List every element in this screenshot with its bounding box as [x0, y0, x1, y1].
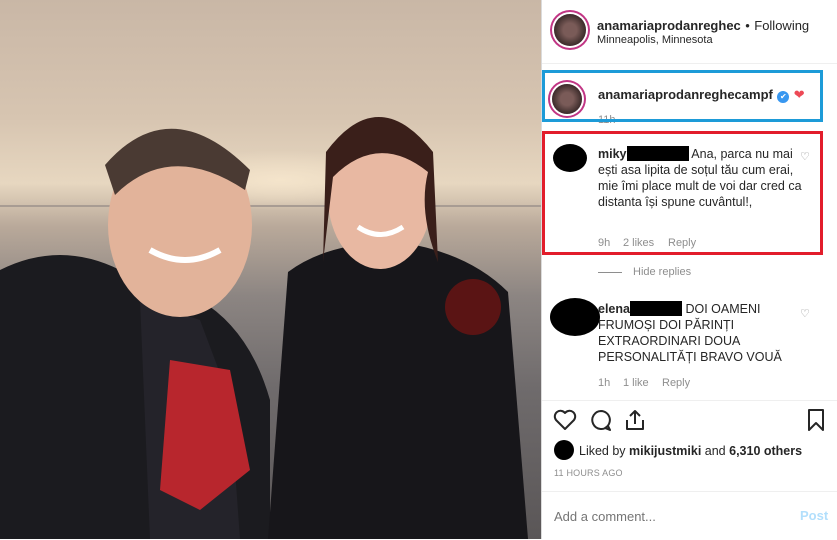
follow-status[interactable]: Following [754, 18, 809, 33]
comment-bubble-icon[interactable] [589, 409, 613, 431]
bookmark-icon[interactable] [807, 408, 825, 432]
like-heart-icon[interactable] [553, 409, 577, 431]
liked-by-others[interactable]: 6,310 others [729, 444, 802, 458]
add-comment-bar: Post [542, 491, 837, 540]
hide-replies-line [598, 272, 622, 273]
post-location[interactable]: Minneapolis, Minnesota [597, 34, 713, 46]
comment-username[interactable]: elena [598, 302, 630, 316]
man-figure [0, 128, 270, 539]
divider [542, 400, 837, 401]
woman-figure [268, 117, 528, 539]
comment-highlight-box [542, 131, 823, 255]
comment-avatar[interactable] [550, 298, 600, 336]
liked-by-prefix: Liked by [579, 444, 626, 458]
liked-by-and: and [704, 444, 726, 458]
redaction-bar [629, 301, 682, 316]
share-arrow-icon[interactable] [624, 408, 646, 432]
caption-highlight-box [542, 70, 823, 122]
liked-by-line: Liked by mikijustmiki and 6,310 others [579, 444, 802, 458]
liked-by-user[interactable]: mikijustmiki [629, 444, 701, 458]
post-photo[interactable] [0, 0, 541, 539]
author-avatar[interactable] [554, 14, 586, 46]
post-comment-button[interactable]: Post [800, 508, 828, 523]
hide-replies-button[interactable]: Hide replies [633, 266, 691, 278]
liker-avatar[interactable] [554, 440, 574, 460]
post-timestamp[interactable]: 11 HOURS AGO [554, 468, 623, 478]
author-username[interactable]: anamariaprodanreghec [597, 18, 741, 33]
comment-like-heart-icon[interactable]: ♡ [800, 307, 810, 320]
comment-reply-button[interactable]: Reply [662, 377, 690, 389]
post-header: anamariaprodanreghec • Following Minneap… [542, 0, 837, 64]
header-separator: • [745, 18, 750, 33]
comment-likes[interactable]: 1 like [623, 377, 649, 389]
add-comment-input[interactable] [552, 506, 776, 526]
comment-time: 1h [598, 377, 611, 389]
